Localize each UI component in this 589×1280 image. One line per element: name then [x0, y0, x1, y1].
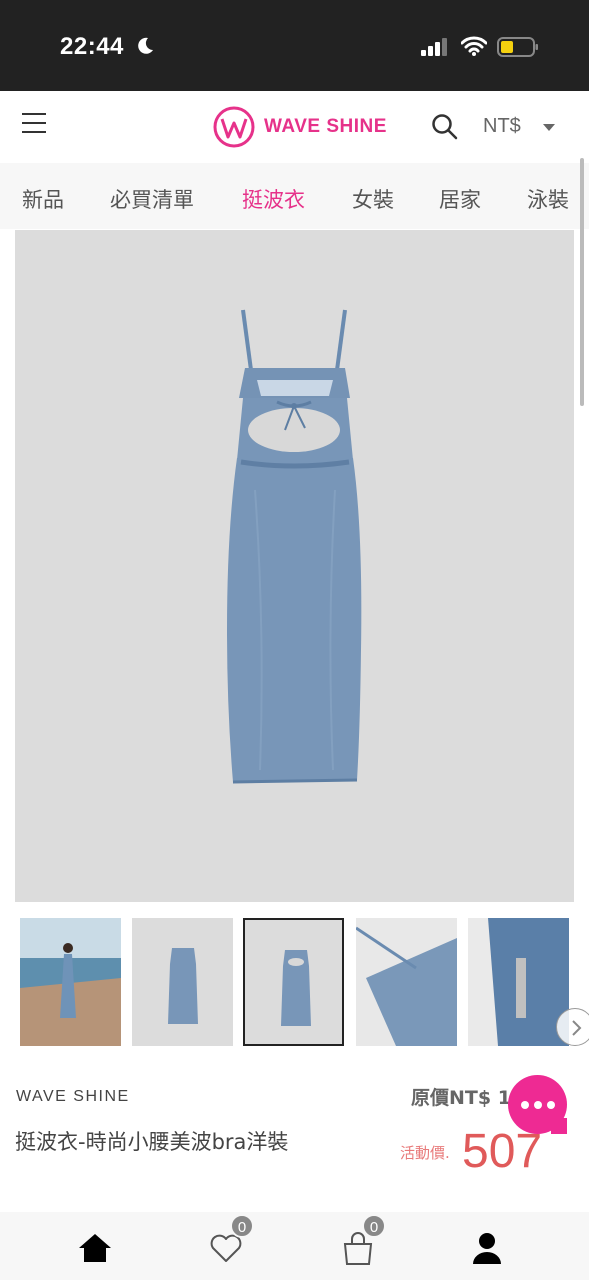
chevron-right-icon [572, 1020, 582, 1036]
signal-icon [421, 38, 447, 56]
category-tabs: 新品 必買清單 挺波衣 女裝 居家 泳裝 [0, 163, 589, 229]
home-icon [79, 1234, 111, 1262]
wifi-icon [461, 36, 487, 56]
original-price: 原價NT$ 1 [411, 1087, 511, 1109]
tab-swimwear[interactable]: 泳裝 [527, 184, 569, 214]
product-title: 挺波衣-時尚小腰美波bra洋裝 [15, 1130, 289, 1154]
thumbnail-next-button[interactable] [556, 1008, 589, 1046]
bottom-navigation: 0 0 [0, 1212, 589, 1280]
nav-cart[interactable]: 0 [340, 1214, 386, 1266]
logo-text: WAVE SHINE [264, 116, 387, 137]
search-icon[interactable] [431, 113, 459, 141]
tab-must-buy[interactable]: 必買清單 [110, 184, 194, 214]
status-bar: 22:44 [0, 0, 589, 91]
tab-women[interactable]: 女裝 [352, 184, 394, 214]
header: WAVE SHINE NT$ [0, 91, 589, 163]
nav-home[interactable] [77, 1230, 113, 1266]
sale-price-label: 活動價. [400, 1144, 450, 1162]
nav-account[interactable] [469, 1230, 505, 1266]
tab-new[interactable]: 新品 [22, 184, 64, 214]
battery-icon [497, 37, 538, 57]
thumbnail-model-photo[interactable] [20, 918, 121, 1046]
chevron-down-icon[interactable] [543, 124, 555, 131]
wishlist-count-badge: 0 [230, 1214, 254, 1238]
status-time: 22:44 [60, 33, 124, 60]
thumbnail-dress-back[interactable] [243, 918, 344, 1046]
tab-home[interactable]: 居家 [439, 184, 481, 214]
denim-dress-back-illustration [227, 309, 362, 784]
thumbnail-strap-detail[interactable] [356, 918, 457, 1046]
thumbnail-zipper-detail[interactable] [468, 918, 569, 1046]
thumbnail-dress-front[interactable] [132, 918, 233, 1046]
thumbnail-strip [20, 918, 589, 1048]
logo[interactable]: WAVE SHINE [212, 105, 387, 149]
cart-count-badge: 0 [362, 1214, 386, 1238]
chat-icon [520, 1100, 555, 1109]
tab-bra-dress[interactable]: 挺波衣 [242, 184, 305, 214]
user-icon [473, 1233, 501, 1264]
nav-wishlist[interactable]: 0 [208, 1214, 254, 1266]
menu-icon[interactable] [22, 113, 46, 133]
moon-icon [138, 37, 153, 54]
chat-button[interactable] [508, 1075, 567, 1134]
wave-shine-logo-icon [213, 106, 255, 148]
product-brand: WAVE SHINE [16, 1088, 130, 1105]
currency-selector[interactable]: NT$ [483, 115, 521, 138]
main-product-image[interactable] [15, 230, 574, 902]
page-scrollbar[interactable] [580, 158, 584, 406]
